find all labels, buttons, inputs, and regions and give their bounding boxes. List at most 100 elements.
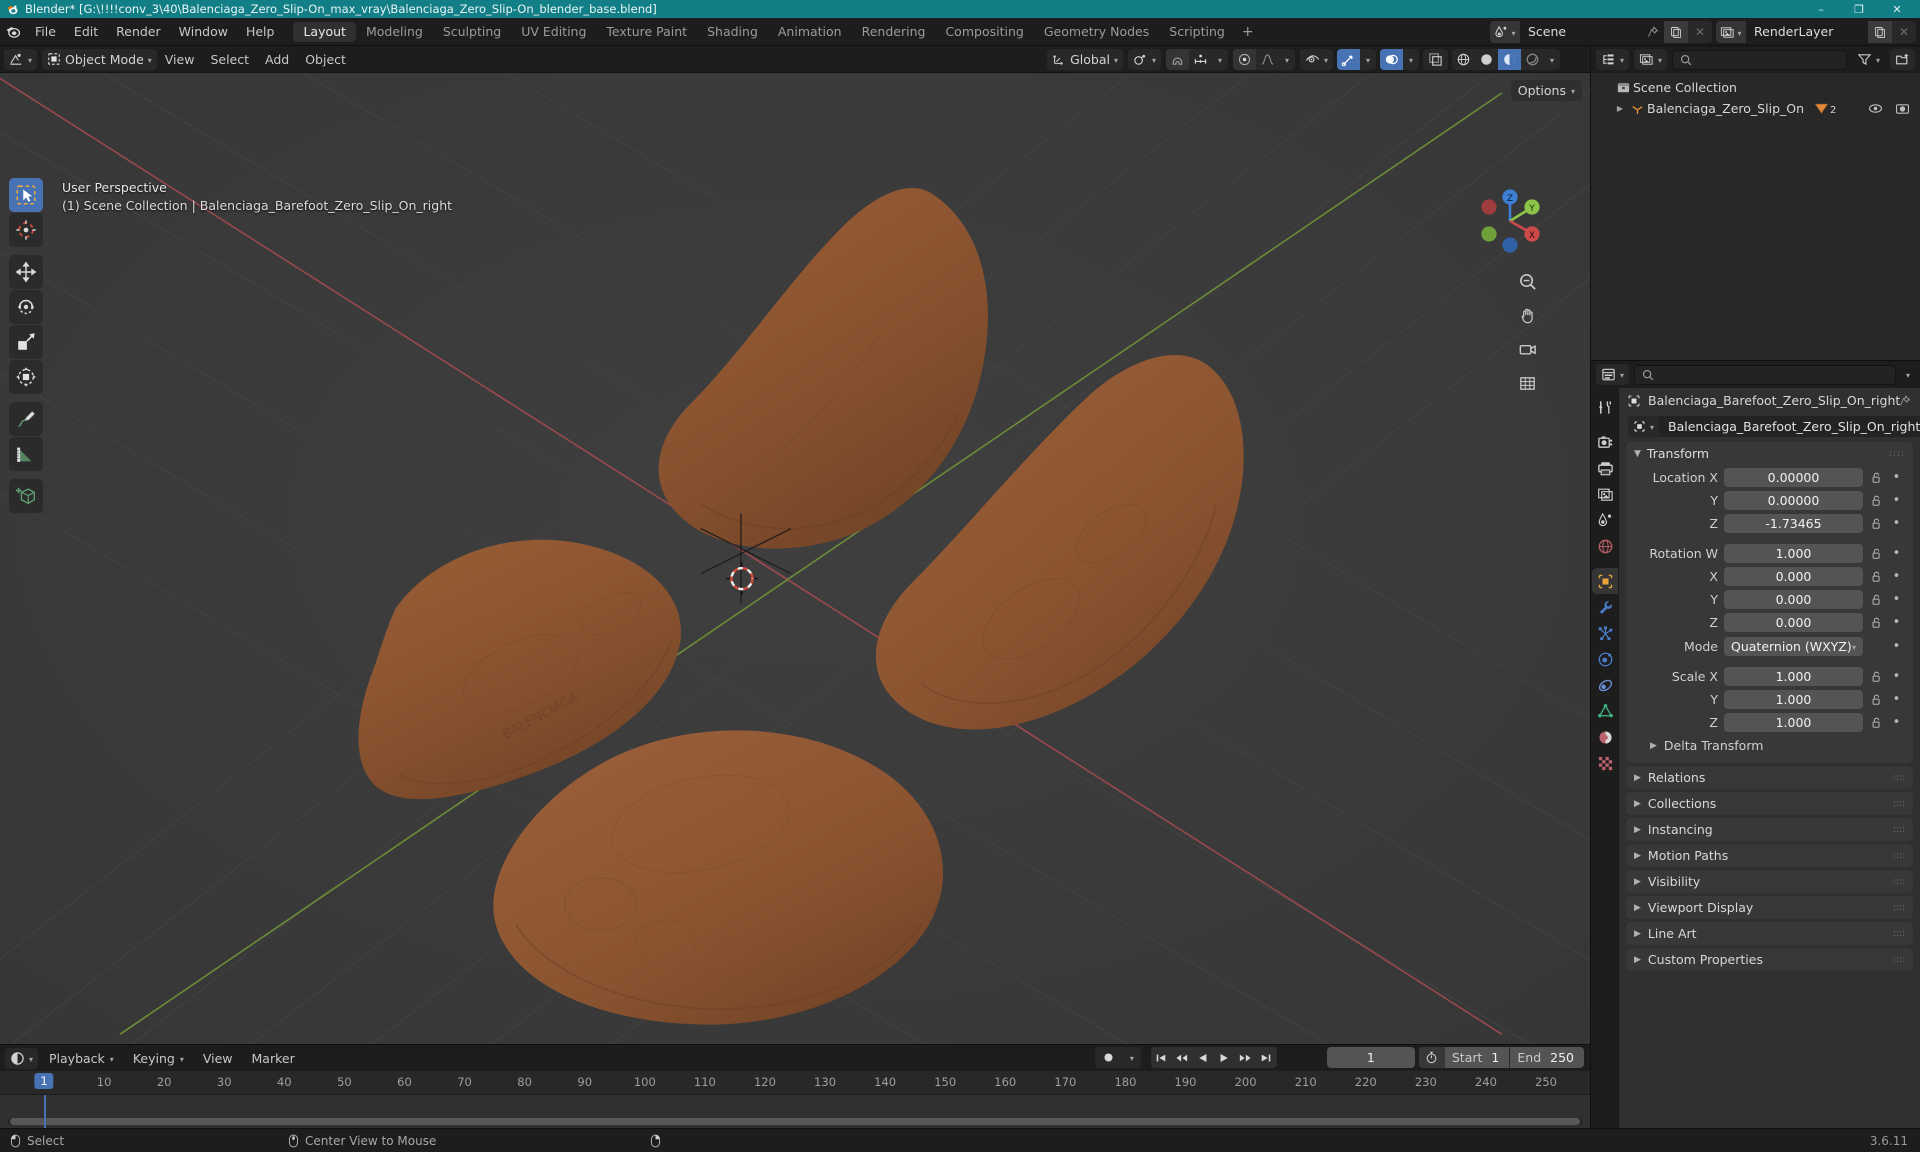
workspace-tab-sculpting[interactable]: Sculpting bbox=[433, 22, 511, 42]
shading-solid-icon[interactable] bbox=[1475, 49, 1498, 70]
play-button[interactable] bbox=[1214, 1047, 1235, 1068]
close-button[interactable]: ✕ bbox=[1878, 0, 1916, 18]
outliner-display-mode-icon[interactable]: ▾ bbox=[1596, 49, 1630, 70]
gizmo-icon[interactable] bbox=[1337, 48, 1360, 70]
overlays-icon[interactable] bbox=[1380, 48, 1403, 70]
3d-viewport[interactable]: BALENCIAGA User Perspective (1) Scene Co… bbox=[0, 73, 1590, 1044]
menu-help[interactable]: Help bbox=[237, 22, 284, 42]
scale-x-field[interactable]: 1.000 bbox=[1724, 667, 1863, 686]
falloff-curve-icon[interactable] bbox=[1256, 49, 1279, 70]
blender-menu-icon[interactable] bbox=[0, 18, 26, 46]
properties-editor-type-icon[interactable]: ▾ bbox=[1596, 364, 1630, 385]
orthographic-icon[interactable] bbox=[1514, 370, 1540, 396]
tool-transform[interactable] bbox=[9, 360, 43, 394]
animate-dot-icon[interactable]: • bbox=[1890, 616, 1903, 629]
delta-transform-subpanel[interactable]: ▶ Delta Transform bbox=[1626, 735, 1913, 756]
start-frame-value[interactable]: 1 bbox=[1489, 1047, 1510, 1068]
use-preview-range-icon[interactable] bbox=[1418, 1047, 1445, 1068]
lock-icon[interactable] bbox=[1869, 518, 1884, 530]
panel-viewport-display[interactable]: ▶ Viewport Display :::: bbox=[1626, 896, 1913, 919]
rotation-y-field[interactable]: 0.000 bbox=[1724, 590, 1863, 609]
proportional-editing-group[interactable]: ▾ bbox=[1232, 48, 1295, 70]
current-frame-field[interactable]: 1 bbox=[1326, 1047, 1415, 1068]
animate-dot-icon[interactable]: • bbox=[1890, 716, 1903, 729]
auto-keying-group[interactable]: ▾ bbox=[1094, 1047, 1141, 1068]
outliner-filter-id-icon[interactable]: ▾ bbox=[1634, 49, 1668, 70]
tool-scale[interactable] bbox=[9, 325, 43, 359]
tool-measure[interactable] bbox=[9, 437, 43, 471]
properties-tab-tool[interactable] bbox=[1592, 394, 1618, 420]
shading-rendered-icon[interactable] bbox=[1521, 49, 1544, 70]
magnet-icon[interactable] bbox=[1165, 48, 1189, 70]
lock-icon[interactable] bbox=[1869, 571, 1884, 583]
properties-content[interactable]: Balenciaga_Barefoot_Zero_Slip_On_right ▾… bbox=[1619, 388, 1920, 1128]
menu-window[interactable]: Window bbox=[170, 22, 237, 42]
pin-properties-icon[interactable] bbox=[1899, 394, 1911, 407]
navigation-gizmo[interactable]: Z Y X bbox=[1472, 183, 1548, 259]
viewlayer-selector[interactable]: ▾ RenderLayer ✕ bbox=[1716, 21, 1916, 43]
record-icon[interactable] bbox=[1095, 1047, 1123, 1068]
workspace-tab-layout[interactable]: Layout bbox=[293, 21, 356, 42]
object-id-selector[interactable]: ▾ bbox=[1628, 415, 1660, 437]
animate-dot-icon[interactable]: • bbox=[1890, 547, 1903, 560]
properties-tab-world[interactable] bbox=[1592, 533, 1618, 559]
timeline-playhead[interactable]: 1 bbox=[34, 1073, 54, 1089]
workspace-tab-texture-paint[interactable]: Texture Paint bbox=[596, 22, 697, 42]
falloff-chevron-icon[interactable]: ▾ bbox=[1279, 49, 1295, 70]
workspace-tab-rendering[interactable]: Rendering bbox=[852, 22, 936, 42]
panel-collections[interactable]: ▶ Collections :::: bbox=[1626, 792, 1913, 815]
properties-tab-object-data[interactable] bbox=[1592, 698, 1618, 724]
timeline-menu-marker[interactable]: Marker bbox=[244, 1048, 303, 1069]
camera-icon[interactable] bbox=[1514, 336, 1540, 362]
maximize-button[interactable]: ❐ bbox=[1840, 0, 1878, 18]
xray-toggle[interactable] bbox=[1423, 48, 1448, 70]
animate-dot-icon[interactable]: • bbox=[1890, 593, 1903, 606]
outliner-tree[interactable]: Scene Collection ▶ Balenciaga_Zero_Slip_… bbox=[1591, 73, 1920, 360]
menu-edit[interactable]: Edit bbox=[65, 22, 107, 42]
location-x-field[interactable]: 0.00000 bbox=[1724, 468, 1863, 487]
jump-next-keyframe-button[interactable] bbox=[1235, 1047, 1256, 1068]
properties-tab-modifiers[interactable] bbox=[1592, 594, 1618, 620]
animate-dot-icon[interactable]: • bbox=[1890, 640, 1903, 653]
menu-render[interactable]: Render bbox=[107, 22, 170, 42]
lock-icon[interactable] bbox=[1869, 548, 1884, 560]
lock-icon[interactable] bbox=[1869, 694, 1884, 706]
tool-move[interactable] bbox=[9, 255, 43, 289]
transform-orientation-selector[interactable]: Global ▾ bbox=[1047, 48, 1123, 70]
shading-wireframe-icon[interactable] bbox=[1452, 49, 1475, 70]
snap-target-icon[interactable] bbox=[1189, 49, 1212, 70]
workspace-tab-animation[interactable]: Animation bbox=[768, 22, 852, 42]
tool-tweak-select[interactable] bbox=[9, 178, 43, 212]
animate-dot-icon[interactable]: • bbox=[1890, 670, 1903, 683]
outliner-search-input[interactable] bbox=[1672, 49, 1847, 70]
new-collection-icon[interactable] bbox=[1890, 49, 1915, 70]
menu-file[interactable]: File bbox=[26, 22, 65, 42]
camera-render-icon[interactable] bbox=[1895, 102, 1910, 115]
workspace-tab-scripting[interactable]: Scripting bbox=[1159, 22, 1235, 42]
viewport-menu-select[interactable]: Select bbox=[202, 49, 257, 70]
jump-prev-keyframe-button[interactable] bbox=[1172, 1047, 1193, 1068]
properties-search-input[interactable] bbox=[1634, 364, 1896, 385]
properties-tab-physics[interactable] bbox=[1592, 646, 1618, 672]
object-name-field[interactable]: Balenciaga_Barefoot_Zero_Slip_On_right bbox=[1659, 415, 1920, 437]
eye-icon[interactable] bbox=[1868, 102, 1883, 115]
filter-icon[interactable]: ▾ bbox=[1852, 49, 1885, 70]
scale-z-field[interactable]: 1.000 bbox=[1724, 713, 1863, 732]
lock-icon[interactable] bbox=[1869, 671, 1884, 683]
viewport-menu-view[interactable]: View bbox=[157, 49, 203, 70]
properties-tab-scene[interactable] bbox=[1592, 507, 1618, 533]
lock-icon[interactable] bbox=[1869, 495, 1884, 507]
animate-dot-icon[interactable]: • bbox=[1890, 471, 1903, 484]
transform-panel-header[interactable]: ▼ Transform :::: bbox=[1626, 442, 1913, 465]
lock-icon[interactable] bbox=[1869, 472, 1884, 484]
properties-tab-constraints[interactable] bbox=[1592, 672, 1618, 698]
timeline-editor-type-icon[interactable]: ▾ bbox=[5, 1047, 39, 1069]
minimize-button[interactable]: – bbox=[1802, 0, 1840, 18]
auto-key-chevron-icon[interactable]: ▾ bbox=[1123, 1047, 1141, 1068]
rotation-x-field[interactable]: 0.000 bbox=[1724, 567, 1863, 586]
pin-scene-icon[interactable] bbox=[1642, 21, 1664, 43]
editor-type-icon[interactable]: ▾ bbox=[4, 48, 38, 70]
pan-hand-icon[interactable] bbox=[1514, 302, 1540, 328]
location-z-field[interactable]: -1.73465 bbox=[1724, 514, 1863, 533]
timeline-ruler[interactable]: 1 10 20 30 40 50 60 70 80 90 100 110 120 130 140 150 160… bbox=[0, 1071, 1590, 1095]
